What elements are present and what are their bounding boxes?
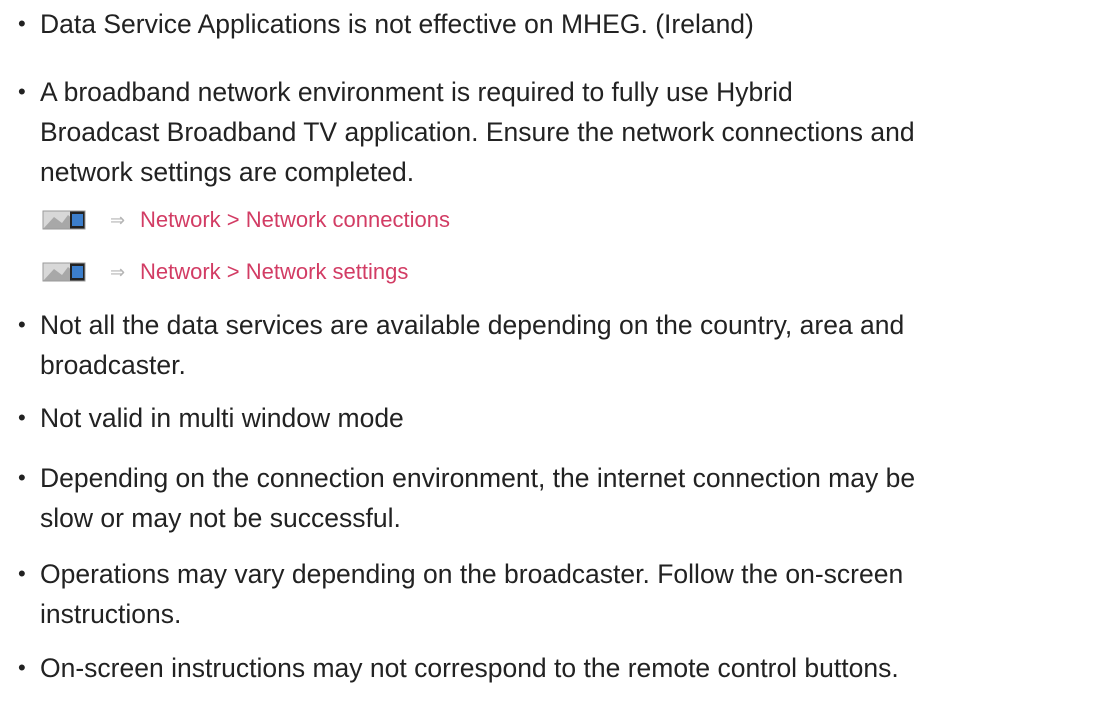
document-page: • Data Service Applications is not effec… <box>0 0 1104 702</box>
bullet-dot: • <box>18 561 26 586</box>
bullet-item: • Data Service Applications is not effec… <box>18 4 1098 44</box>
bullet-line: On-screen instructions may not correspon… <box>40 653 899 683</box>
bullet-text: On-screen instructions may not correspon… <box>40 648 1098 688</box>
bullet-text: Depending on the connection environment,… <box>40 458 1098 538</box>
bullet-line: slow or may not be successful. <box>40 503 401 533</box>
arrow-right-icon: ⇒ <box>110 261 126 282</box>
menu-tv-icon <box>42 261 100 283</box>
bullet-item: • Depending on the connection environmen… <box>18 458 1098 538</box>
bullet-item: • Not all the data services are availabl… <box>18 305 1098 385</box>
bullet-dot: • <box>18 312 26 337</box>
bullet-text: Data Service Applications is not effecti… <box>40 4 1098 44</box>
bullet-item: • Operations may vary depending on the b… <box>18 554 1098 634</box>
bullet-dot: • <box>18 79 26 104</box>
menu-tv-icon <box>42 209 100 231</box>
arrow-right-icon: ⇒ <box>110 209 126 230</box>
bullet-text: Operations may vary depending on the bro… <box>40 554 1098 634</box>
bullet-line: Not valid in multi window mode <box>40 403 404 433</box>
bullet-text: A broadband network environment is requi… <box>40 72 1098 192</box>
bullet-line: Operations may vary depending on the bro… <box>40 559 904 589</box>
network-connections-link[interactable]: Network > Network connections <box>140 207 450 233</box>
bullet-line: Not all the data services are available … <box>40 310 905 340</box>
bullet-dot: • <box>18 465 26 490</box>
bullet-line: network settings are completed. <box>40 157 415 187</box>
bullet-dot: • <box>18 405 26 430</box>
bullet-item: • A broadband network environment is req… <box>18 72 1098 192</box>
nav-path-network-connections[interactable]: ⇒ Network > Network connections <box>42 204 450 236</box>
bullet-item: • On-screen instructions may not corresp… <box>18 648 1098 688</box>
bullet-dot: • <box>18 655 26 680</box>
bullet-line: A broadband network environment is requi… <box>40 77 793 107</box>
bullet-line: instructions. <box>40 599 182 629</box>
bullet-line: Data Service Applications is not effecti… <box>40 9 754 39</box>
bullet-text: Not all the data services are available … <box>40 305 1098 385</box>
bullet-text: Not valid in multi window mode <box>40 398 1098 438</box>
bullet-item: • Not valid in multi window mode <box>18 398 1098 438</box>
network-settings-link[interactable]: Network > Network settings <box>140 259 408 285</box>
bullet-dot: • <box>18 11 26 36</box>
bullet-line: Broadcast Broadband TV application. Ensu… <box>40 117 915 147</box>
nav-path-network-settings[interactable]: ⇒ Network > Network settings <box>42 256 408 288</box>
bullet-line: broadcaster. <box>40 350 186 380</box>
bullet-line: Depending on the connection environment,… <box>40 463 916 493</box>
